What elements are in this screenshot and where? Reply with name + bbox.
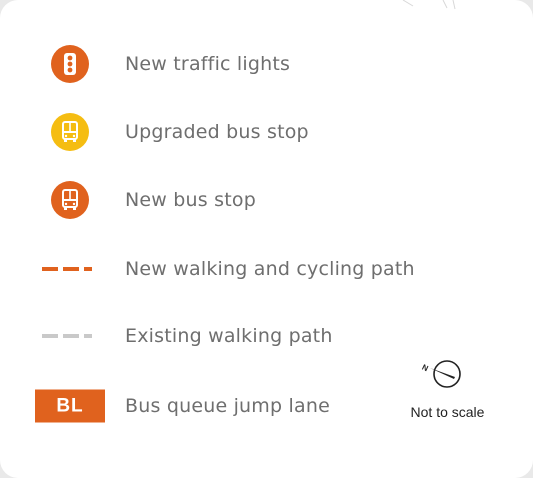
existing-path-line	[42, 334, 92, 338]
scale-note: Not to scale	[410, 404, 485, 420]
legend-panel: New traffic lights Upgraded bus stop New…	[0, 0, 533, 478]
traffic-light-symbol	[51, 45, 89, 83]
legend-label: Bus queue jump lane	[125, 395, 330, 417]
new-bus-stop-symbol	[51, 181, 89, 219]
bus-lane-badge-text: BL	[35, 389, 105, 423]
legend-label: Existing walking path	[125, 325, 333, 347]
north-letter: N	[420, 363, 429, 374]
legend-item-traffic-lights: New traffic lights	[0, 44, 400, 84]
legend-label: New traffic lights	[125, 53, 291, 75]
bus-icon	[51, 181, 89, 219]
legend-label: New bus stop	[125, 189, 256, 211]
legend-item-upgraded-bus-stop: Upgraded bus stop	[0, 112, 400, 152]
compass-icon: N	[420, 360, 461, 388]
bus-lane-badge: BL	[35, 389, 105, 423]
legend-item-existing-path: Existing walking path	[0, 316, 400, 356]
map-edge-fragment	[402, 0, 456, 10]
legend-label: Upgraded bus stop	[125, 121, 309, 143]
new-path-line	[42, 267, 92, 271]
bus-icon	[51, 113, 89, 151]
legend-item-new-bus-stop: New bus stop	[0, 180, 400, 220]
dashed-line-icon	[42, 265, 98, 273]
north-arrow: N Not to scale	[400, 352, 495, 427]
legend-item-queue-jump: BL Bus queue jump lane	[0, 386, 400, 426]
legend-item-new-path: New walking and cycling path	[0, 249, 415, 289]
legend-label: New walking and cycling path	[125, 258, 415, 280]
traffic-light-icon	[51, 45, 89, 83]
dashed-line-icon	[42, 332, 98, 340]
upgraded-bus-stop-symbol	[51, 113, 89, 151]
